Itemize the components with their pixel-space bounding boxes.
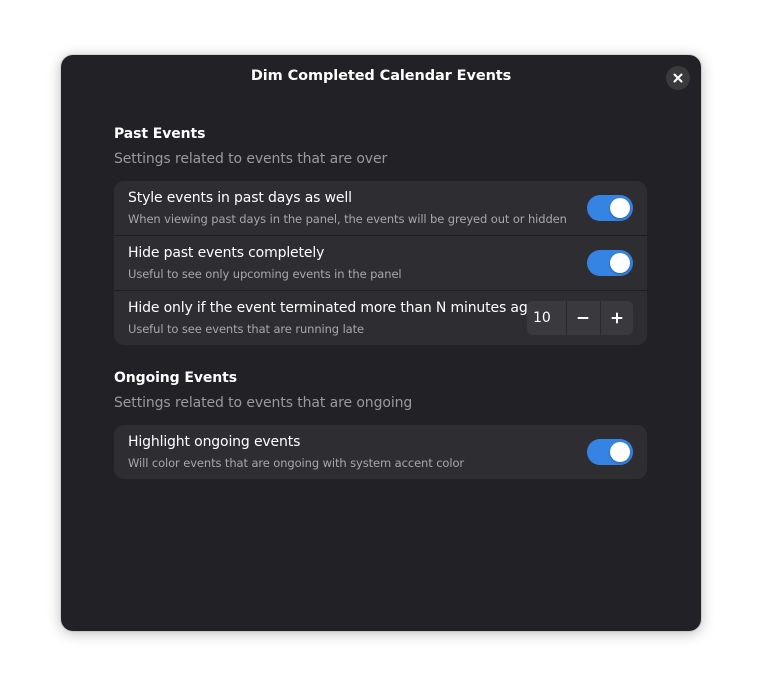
toggle-knob (610, 442, 630, 462)
close-button[interactable] (666, 66, 690, 90)
section-title-past-events: Past Events (114, 126, 206, 142)
toggle-knob (610, 198, 630, 218)
row-title: Hide past events completely (128, 245, 325, 261)
ongoing-events-list: Highlight ongoing events Will color even… (114, 425, 647, 479)
section-description-past-events: Settings related to events that are over (114, 151, 388, 167)
section-title-ongoing-events: Ongoing Events (114, 370, 237, 386)
minus-icon (577, 317, 589, 319)
toggle-knob (610, 253, 630, 273)
row-hide-past-events: Hide past events completely Useful to se… (114, 236, 647, 291)
style-past-days-toggle[interactable] (587, 195, 633, 221)
minutes-spinbutton: 10 (527, 301, 633, 335)
row-title: Hide only if the event terminated more t… (128, 300, 536, 316)
row-subtitle: Will color events that are ongoing with … (128, 456, 465, 470)
decrement-button[interactable] (566, 301, 599, 335)
window-title: Dim Completed Calendar Events (250, 68, 512, 84)
row-style-past-days: Style events in past days as well When v… (114, 181, 647, 236)
close-icon (673, 73, 683, 83)
row-title: Style events in past days as well (128, 190, 352, 206)
past-events-list: Style events in past days as well When v… (114, 181, 647, 345)
row-hide-after-n-minutes: Hide only if the event terminated more t… (114, 291, 647, 345)
increment-button[interactable] (599, 301, 633, 335)
minutes-input[interactable]: 10 (527, 301, 566, 335)
preferences-window: Dim Completed Calendar Events Past Event… (61, 55, 701, 631)
titlebar: Dim Completed Calendar Events (61, 55, 701, 101)
highlight-ongoing-toggle[interactable] (587, 439, 633, 465)
section-description-ongoing-events: Settings related to events that are ongo… (114, 395, 413, 411)
row-subtitle: When viewing past days in the panel, the… (128, 212, 567, 226)
row-highlight-ongoing: Highlight ongoing events Will color even… (114, 425, 647, 479)
row-subtitle: Useful to see only upcoming events in th… (128, 267, 402, 281)
row-title: Highlight ongoing events (128, 434, 301, 450)
plus-icon (611, 312, 623, 324)
hide-past-events-toggle[interactable] (587, 250, 633, 276)
row-subtitle: Useful to see events that are running la… (128, 322, 364, 336)
